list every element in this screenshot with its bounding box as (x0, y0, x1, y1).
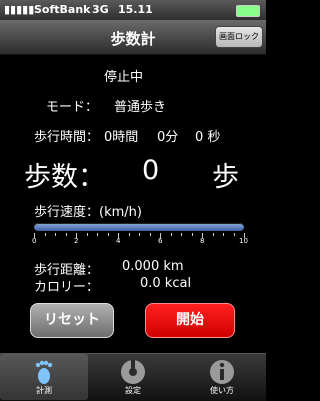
network-label: 3G (92, 3, 109, 16)
speed-tick (223, 233, 224, 236)
walk-time-hours: 0時間 (104, 130, 139, 145)
speed-tick (191, 233, 193, 236)
tab-measure-label: 計測 (36, 386, 52, 395)
status-time: 15.11 (118, 3, 153, 16)
reset-button[interactable]: リセット (30, 303, 114, 338)
walk-time-label: 歩行時間： (34, 130, 100, 145)
tab-settings-label: 設定 (125, 386, 141, 395)
steps-unit: 歩 (212, 162, 239, 193)
tab-measure[interactable]: 計測 (0, 354, 88, 400)
speed-tick (233, 233, 235, 236)
tab-help[interactable]: 使い方 (178, 354, 266, 400)
tab-settings[interactable]: 設定 (89, 354, 177, 400)
tab-help-label: 使い方 (210, 386, 234, 395)
calorie-value: 0.0 kcal (140, 276, 192, 291)
speed-tick-label: 10 (239, 237, 248, 245)
speed-tick (181, 233, 182, 236)
wrench-icon (121, 360, 145, 384)
distance-value: 0.000 km (122, 259, 184, 274)
speed-tick (212, 233, 214, 236)
speed-tick-label: 6 (158, 237, 163, 245)
speed-tick-label: 0 (32, 237, 37, 245)
speed-tick (149, 233, 151, 236)
speed-tick (44, 233, 46, 236)
battery-icon (236, 5, 260, 17)
speed-tick (139, 233, 140, 236)
screen-lock-button[interactable]: 画面ロック (215, 26, 263, 48)
speed-tick (65, 233, 67, 236)
speed-tick (86, 233, 88, 236)
footprint-icon (35, 360, 53, 384)
info-icon (210, 360, 234, 384)
mode-label: モード： (46, 100, 99, 115)
speed-tick-label: 2 (74, 237, 79, 245)
speed-tick (170, 233, 172, 236)
speed-label: 歩行速度：(km/h) (34, 205, 142, 220)
steps-value: 0 (142, 155, 160, 186)
walk-time-seconds: 0 秒 (195, 130, 221, 145)
walk-time-minutes: 0分 (157, 130, 179, 145)
state-text: 停止中 (104, 70, 144, 85)
start-button[interactable]: 開始 (145, 303, 235, 338)
speed-tick (128, 233, 130, 236)
carrier-label: SoftBank (34, 3, 91, 16)
speed-tick (107, 233, 109, 236)
speed-tick (97, 233, 98, 236)
steps-label: 歩数： (24, 162, 105, 193)
speed-tick-label: 8 (200, 237, 205, 245)
speed-tick-label: 4 (116, 237, 121, 245)
signal-icon: ▮▮▮▮▮ (4, 3, 35, 16)
speed-slider (34, 223, 244, 231)
mode-value: 普通歩き (114, 100, 167, 115)
speed-tick (55, 233, 56, 236)
calorie-label: カロリー： (34, 280, 100, 295)
